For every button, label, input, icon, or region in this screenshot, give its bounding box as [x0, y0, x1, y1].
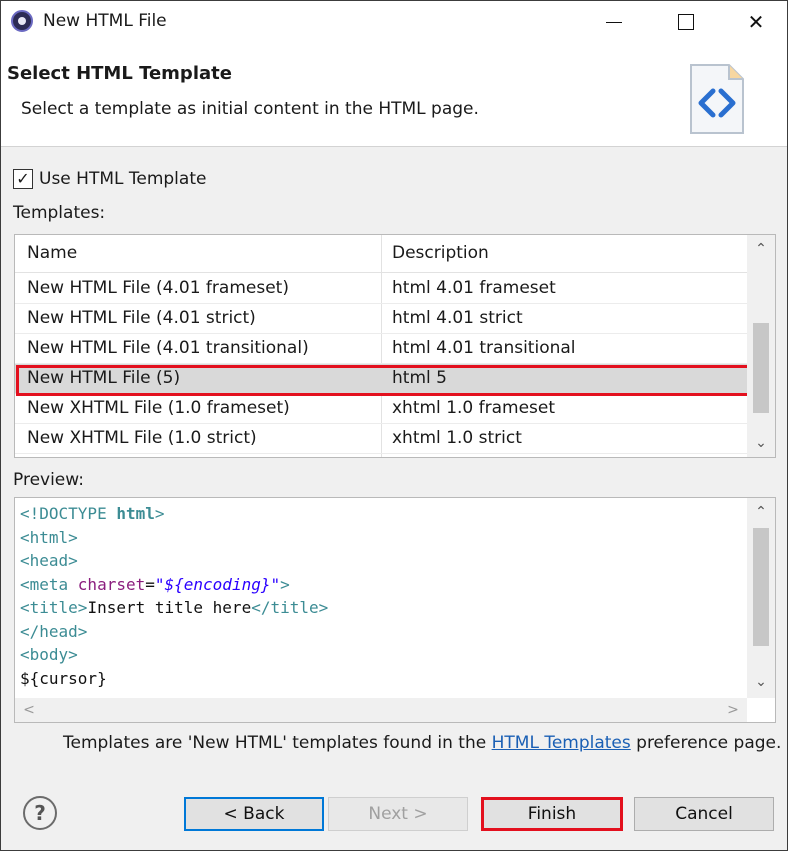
- templates-info-note: Templates are 'New HTML' templates found…: [63, 733, 781, 753]
- template-description: html 4.01 strict: [392, 308, 523, 328]
- wizard-header: Select HTML Template Select a template a…: [1, 43, 787, 147]
- code-token: <title>: [20, 598, 88, 617]
- use-html-template-label: Use HTML Template: [39, 169, 207, 189]
- code-token: =: [145, 574, 155, 594]
- html-file-icon: [690, 64, 744, 134]
- code-token: <!DOCTYPE: [20, 504, 117, 523]
- scroll-up-icon[interactable]: ⌃: [747, 237, 775, 261]
- code-token: <meta: [20, 574, 78, 594]
- close-icon[interactable]: ✕: [727, 1, 785, 43]
- scrollbar-thumb[interactable]: [753, 323, 769, 413]
- scroll-down-icon[interactable]: ⌄: [747, 431, 775, 455]
- new-html-file-dialog: New HTML File ✕ Select HTML Template Sel…: [0, 0, 788, 851]
- html-templates-link[interactable]: HTML Templates: [492, 733, 631, 753]
- code-token: >: [280, 574, 290, 594]
- back-button[interactable]: < Back: [184, 797, 324, 831]
- code-token: Insert title here: [87, 598, 252, 617]
- scroll-down-icon[interactable]: ⌄: [747, 670, 775, 694]
- scroll-left-icon[interactable]: <: [17, 698, 41, 722]
- template-description: html 4.01 transitional: [392, 338, 576, 358]
- code-line: <title>Insert title here</title>: [20, 596, 328, 620]
- window-title: New HTML File: [43, 11, 167, 31]
- table-row[interactable]: New HTML File (4.01 frameset) html 4.01 …: [15, 274, 747, 304]
- preview-label: Preview:: [13, 470, 84, 490]
- scroll-up-icon[interactable]: ⌃: [747, 500, 775, 524]
- minimize-icon[interactable]: [585, 1, 643, 43]
- template-name: New HTML File (4.01 frameset): [27, 278, 289, 298]
- template-name: New XHTML File (1.0 frameset): [27, 398, 290, 418]
- scroll-right-icon[interactable]: >: [721, 698, 745, 722]
- template-description: xhtml 1.0 frameset: [392, 398, 556, 418]
- table-row[interactable]: New HTML File (4.01 transitional) html 4…: [15, 334, 747, 364]
- code-line: <!DOCTYPE html>: [20, 502, 328, 526]
- note-text: preference page.: [630, 733, 782, 753]
- code-token: >: [154, 504, 165, 523]
- preview-horizontal-scrollbar[interactable]: < >: [15, 698, 747, 722]
- scrollbar-thumb[interactable]: [753, 528, 769, 646]
- templates-label: Templates:: [13, 203, 106, 223]
- template-description: xhtml 1.0 strict: [392, 428, 522, 448]
- preview-pane[interactable]: <!DOCTYPE html> <html> <head> <meta char…: [14, 497, 776, 723]
- template-name: New HTML File (4.01 strict): [27, 308, 256, 328]
- code-token: </title>: [251, 598, 329, 617]
- code-token: <head>: [20, 551, 78, 570]
- page-title: Select HTML Template: [7, 63, 232, 84]
- template-description: html 4.01 frameset: [392, 278, 556, 298]
- cancel-button[interactable]: Cancel: [634, 797, 774, 831]
- maximize-icon[interactable]: [657, 1, 715, 43]
- template-name: New HTML File (4.01 transitional): [27, 338, 309, 358]
- code-line: <head>: [20, 549, 328, 573]
- code-token: "${encoding}": [154, 574, 281, 594]
- code-token: <body>: [20, 645, 78, 664]
- code-token: </head>: [20, 621, 88, 641]
- preview-vertical-scrollbar[interactable]: ⌃ ⌄: [747, 498, 775, 698]
- table-row[interactable]: New XHTML File (1.0 frameset) xhtml 1.0 …: [15, 394, 747, 424]
- code-line: </head>: [20, 620, 328, 644]
- next-button[interactable]: Next >: [328, 797, 468, 831]
- template-name: New XHTML File (1.0 strict): [27, 428, 257, 448]
- table-row[interactable]: New XHTML File (1.0 strict) xhtml 1.0 st…: [15, 424, 747, 454]
- page-description: Select a template as initial content in …: [21, 99, 479, 119]
- code-token: html: [116, 504, 155, 523]
- use-html-template-checkbox[interactable]: ✓ Use HTML Template: [13, 169, 206, 189]
- column-header-name[interactable]: Name: [27, 243, 77, 263]
- templates-table[interactable]: Name Description New HTML File (4.01 fra…: [14, 234, 776, 458]
- templates-vertical-scrollbar[interactable]: ⌃ ⌄: [747, 235, 775, 457]
- checkmark-icon: ✓: [16, 169, 30, 188]
- selection-highlight-box: [16, 365, 751, 396]
- code-line: <meta charset="${encoding}">: [20, 573, 328, 597]
- code-line: ${cursor}: [20, 667, 328, 691]
- eclipse-app-icon: [11, 10, 33, 32]
- code-line: <body>: [20, 643, 328, 667]
- finish-button[interactable]: Finish: [481, 797, 623, 831]
- code-preview: <!DOCTYPE html> <html> <head> <meta char…: [20, 502, 328, 690]
- note-text: Templates are 'New HTML' templates found…: [63, 733, 492, 753]
- title-bar: New HTML File ✕: [1, 1, 787, 43]
- table-row[interactable]: New HTML File (4.01 strict) html 4.01 st…: [15, 304, 747, 334]
- help-icon[interactable]: ?: [23, 796, 57, 830]
- code-token: ${cursor}: [20, 668, 107, 688]
- code-token: charset: [77, 574, 146, 594]
- column-header-description[interactable]: Description: [392, 243, 489, 263]
- code-line: <html>: [20, 526, 328, 550]
- code-token: <html>: [20, 527, 78, 547]
- checkbox-box[interactable]: ✓: [13, 169, 33, 189]
